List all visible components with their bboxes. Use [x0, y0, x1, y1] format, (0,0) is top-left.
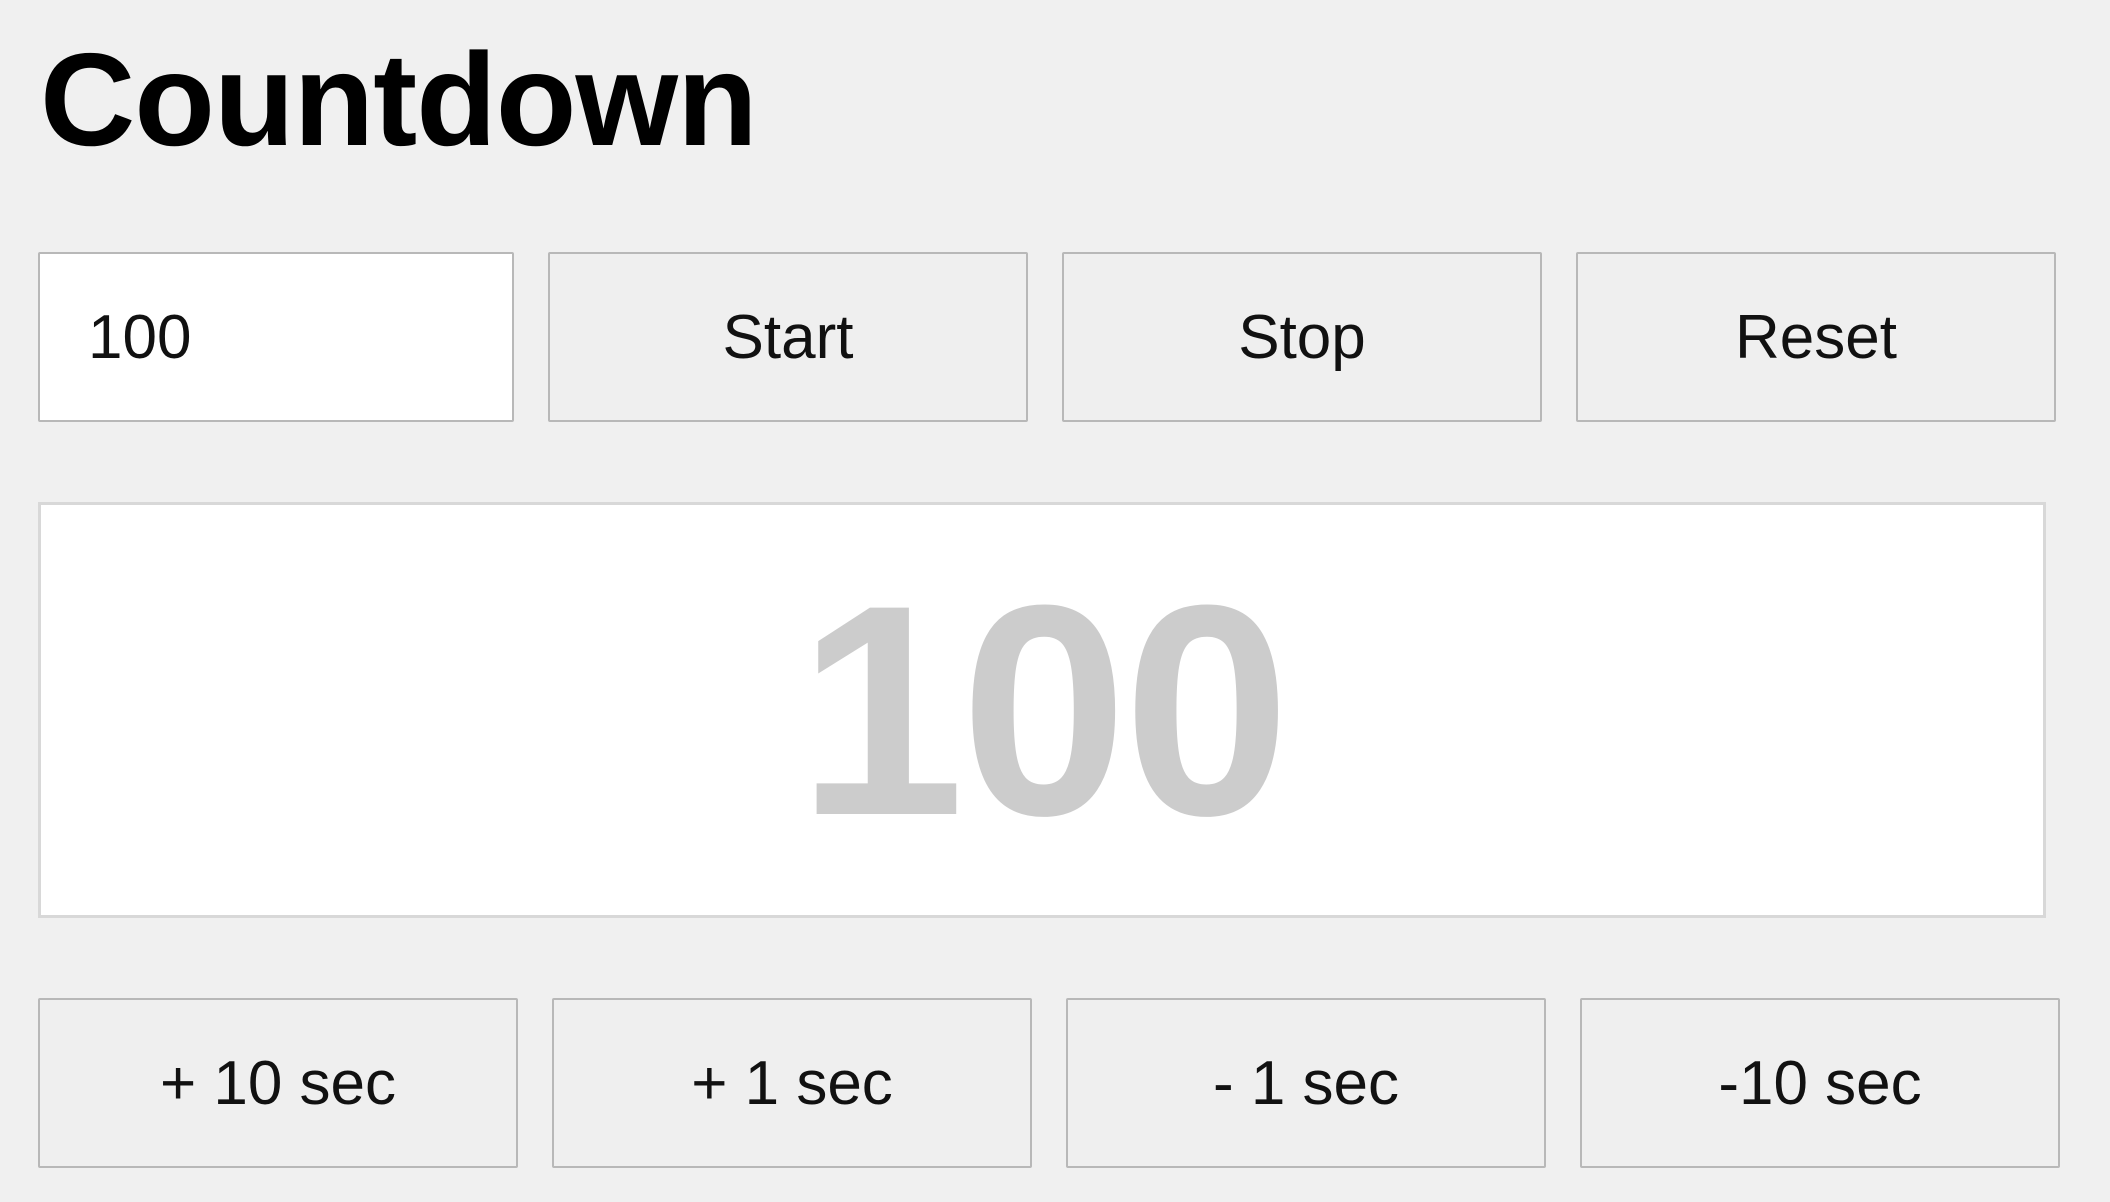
subtract-1-second-button[interactable]: - 1 sec [1066, 998, 1546, 1168]
countdown-display: 100 [38, 502, 2046, 918]
start-button[interactable]: Start [548, 252, 1028, 422]
subtract-10-seconds-button[interactable]: -10 sec [1580, 998, 2060, 1168]
page-title: Countdown [40, 26, 758, 173]
add-10-seconds-button[interactable]: + 10 sec [38, 998, 518, 1168]
adjust-row: + 10 sec + 1 sec - 1 sec -10 sec [38, 998, 2060, 1168]
reset-button[interactable]: Reset [1576, 252, 2056, 422]
add-1-second-button[interactable]: + 1 sec [552, 998, 1032, 1168]
control-row: Start Stop Reset [38, 252, 2056, 422]
countdown-value: 100 [797, 542, 1291, 878]
seconds-input[interactable] [38, 252, 514, 422]
stop-button[interactable]: Stop [1062, 252, 1542, 422]
